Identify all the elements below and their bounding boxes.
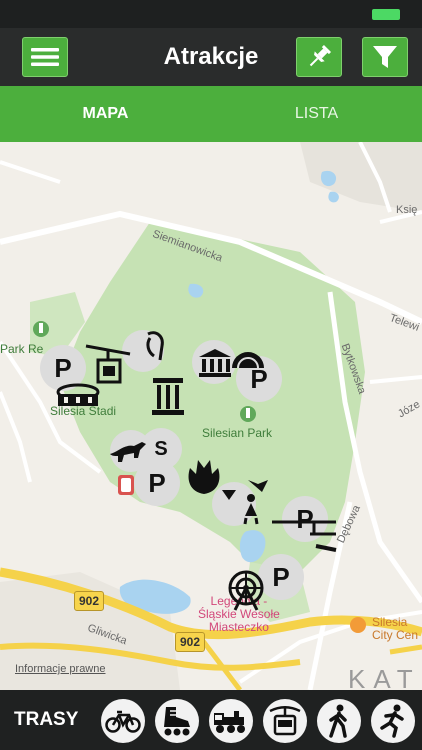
parking-marker[interactable]: P bbox=[134, 460, 180, 506]
route-shield: 902 bbox=[175, 632, 206, 652]
route-shield: 902 bbox=[74, 591, 105, 611]
route-walking-button[interactable] bbox=[317, 699, 361, 743]
park-name-label: Silesian Park bbox=[202, 426, 273, 440]
dinosaur-icon bbox=[110, 442, 146, 462]
walking-icon bbox=[329, 704, 347, 738]
inline-skate-icon bbox=[164, 707, 190, 736]
museum-icon bbox=[199, 349, 231, 377]
stadium-icon bbox=[56, 383, 100, 406]
route-inline-skate-button[interactable] bbox=[155, 699, 199, 743]
mall-label: Silesia City Cen bbox=[372, 615, 419, 642]
cable-car-icon bbox=[85, 344, 131, 384]
filter-button[interactable] bbox=[362, 37, 408, 77]
park-left-label: Park Re bbox=[0, 342, 44, 356]
bicycle-icon bbox=[105, 710, 141, 733]
hamburger-menu-icon bbox=[31, 48, 59, 66]
navigation-bar: Atrakcje bbox=[0, 28, 422, 86]
planetarium-icon bbox=[232, 352, 264, 369]
tab-list[interactable]: LISTA bbox=[211, 86, 422, 142]
pushpin-icon bbox=[309, 44, 332, 67]
pin-button[interactable] bbox=[296, 37, 342, 77]
route-train-button[interactable] bbox=[209, 699, 253, 743]
battery-icon bbox=[372, 9, 400, 20]
view-tabs: MAPA LISTA bbox=[0, 86, 422, 142]
train-icon bbox=[214, 711, 245, 733]
running-icon bbox=[380, 704, 404, 738]
tab-map[interactable]: MAPA bbox=[0, 86, 211, 142]
menu-button[interactable] bbox=[22, 37, 68, 77]
cable-car-icon bbox=[269, 706, 301, 736]
route-bicycle-button[interactable] bbox=[101, 699, 145, 743]
route-running-button[interactable] bbox=[371, 699, 415, 743]
map-view[interactable]: Siemianowicka Bytkowska Telewi Księ Józe… bbox=[0, 142, 422, 690]
status-bar bbox=[0, 0, 422, 28]
playground-icon bbox=[222, 480, 268, 525]
ferris-wheel-icon bbox=[228, 570, 264, 611]
route-cable-car-button[interactable] bbox=[263, 699, 307, 743]
ski-lift-icon bbox=[272, 520, 337, 552]
routes-label: TRASY bbox=[14, 709, 79, 730]
road-label-ksieza: Księ bbox=[396, 204, 418, 216]
city-watermark: KAT bbox=[348, 664, 421, 690]
elephant-icon bbox=[146, 331, 164, 361]
monument-icon bbox=[152, 378, 184, 415]
funnel-filter-icon bbox=[373, 46, 397, 68]
routes-bar: TRASY bbox=[0, 690, 422, 750]
legal-info-link[interactable]: Informacje prawne bbox=[15, 663, 106, 675]
